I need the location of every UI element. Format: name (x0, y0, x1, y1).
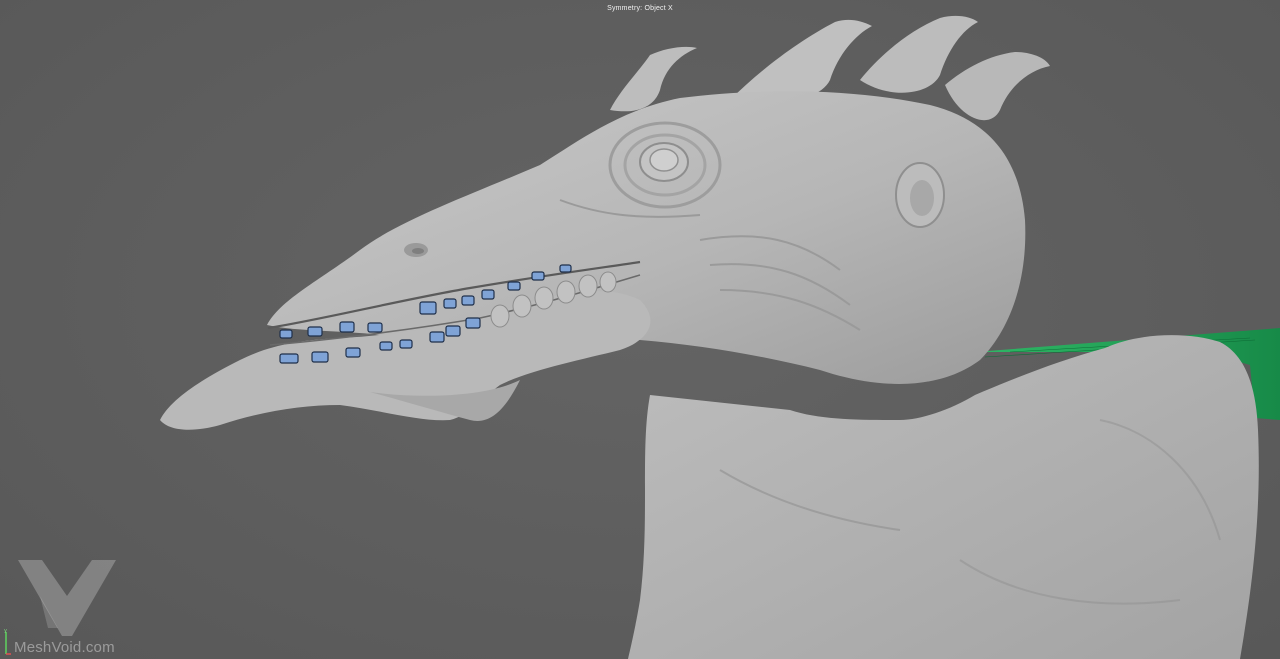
svg-text:y: y (4, 628, 7, 634)
creature-neck-mesh[interactable] (628, 335, 1259, 659)
axis-gizmo-icon: y (4, 628, 11, 655)
3d-viewport[interactable]: Symmetry: Object X MeshVoid.com y (0, 0, 1280, 659)
watermark-text: MeshVoid.com (14, 639, 115, 656)
sculpt-canvas[interactable] (0, 0, 1280, 659)
creature-head-mesh[interactable] (160, 91, 1026, 430)
